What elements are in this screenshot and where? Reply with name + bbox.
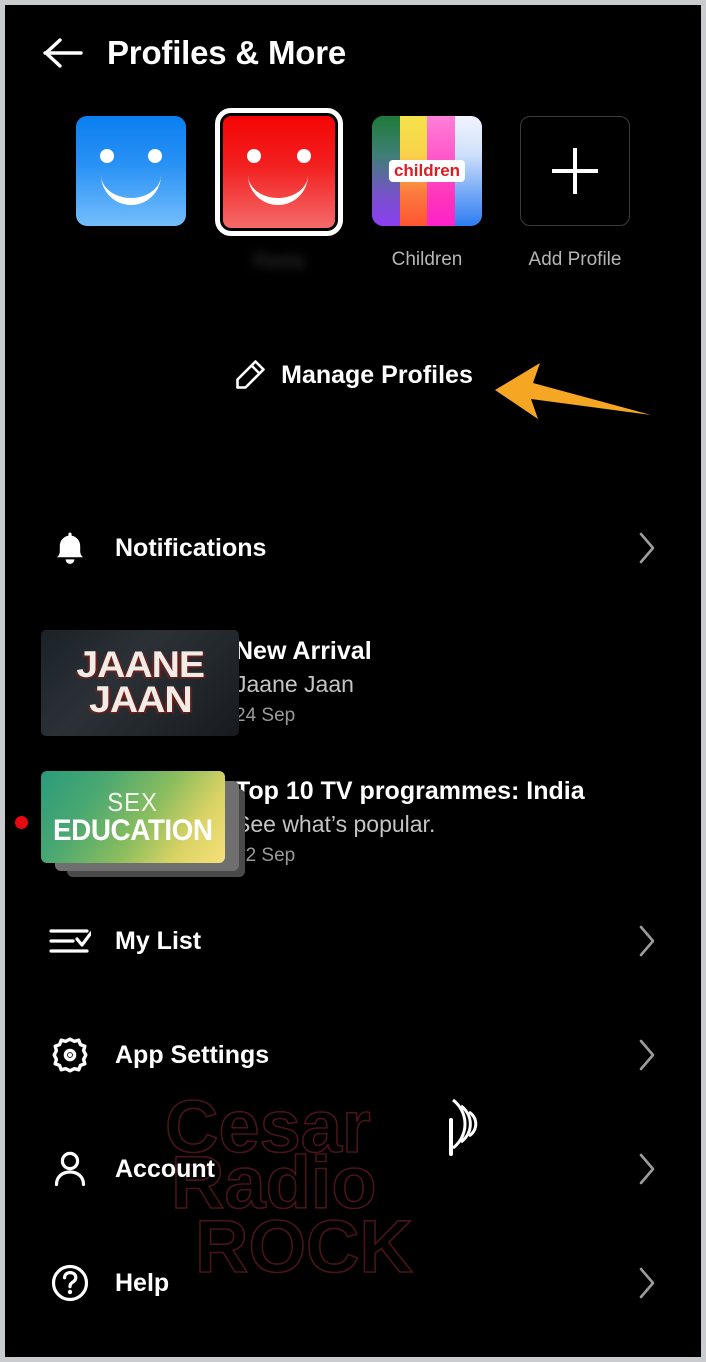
profile-item-selected[interactable]: Reeta — [215, 108, 343, 274]
avatar-wrap: children — [364, 108, 490, 234]
notification-text: New Arrival Jaane Jaan 24 Sep — [235, 636, 372, 729]
menu-item-my-list[interactable]: My List — [5, 913, 701, 969]
manage-profiles-button[interactable]: Manage Profiles — [5, 358, 701, 392]
notification-subtitle: Jaane Jaan — [235, 670, 354, 697]
account-chevron[interactable] — [637, 1152, 657, 1186]
chevron-right-icon — [639, 1267, 655, 1299]
app-settings-label: App Settings — [115, 1040, 270, 1069]
notification-date: 24 Sep — [235, 704, 296, 726]
checklist-icon-wrap — [47, 925, 93, 957]
thumbnail-sex-education: SEX EDUCATION — [41, 771, 225, 863]
notification-subtitle: See what’s popular. — [235, 810, 436, 837]
question-circle-icon — [51, 1264, 89, 1302]
bell-icon — [57, 532, 83, 564]
thumb-title-line1: JAANE — [76, 644, 205, 686]
menu-item-help[interactable]: Help — [5, 1255, 701, 1311]
pencil-edit-icon — [236, 360, 265, 389]
smile-icon — [248, 166, 308, 205]
notification-title: Top 10 TV programmes: India — [235, 776, 585, 805]
profiles-row: Reeta children Children Add Profile — [5, 108, 701, 274]
thumb-title-line2: EDUCATION — [53, 813, 213, 847]
eye-right-icon — [297, 149, 311, 163]
thumb-title-line1: SEX — [107, 786, 159, 817]
avatar-smiley-red — [223, 116, 335, 228]
manage-profiles-label: Manage Profiles — [281, 360, 473, 389]
gear-icon-wrap — [47, 1035, 93, 1075]
notification-item[interactable]: JAANE JAAN New Arrival Jaane Jaan 24 Sep — [5, 623, 701, 741]
notification-thumbnail-zone: JAANE JAAN — [5, 623, 239, 741]
my-list-label: My List — [115, 926, 202, 955]
avatar-wrap — [512, 108, 638, 234]
help-chevron[interactable] — [637, 1266, 657, 1300]
question-circle-icon-wrap — [47, 1263, 93, 1303]
eye-right-icon — [148, 149, 162, 163]
eye-left-icon — [100, 149, 114, 163]
chevron-right-icon — [639, 532, 655, 564]
unread-indicator-dot — [15, 816, 28, 829]
person-icon-wrap — [47, 1150, 93, 1188]
checklist-icon — [49, 929, 91, 953]
notification-text: Top 10 TV programmes: India See what’s p… — [235, 776, 585, 869]
profile-label: Children — [391, 249, 463, 270]
notification-thumbnail-zone: SEX EDUCATION — [5, 763, 245, 881]
chevron-right-icon — [639, 1153, 655, 1185]
avatar-wrap-selected — [215, 108, 343, 236]
chevron-right-icon — [639, 925, 655, 957]
plus-horizontal-bar — [552, 169, 598, 173]
my-list-chevron[interactable] — [637, 924, 657, 958]
children-badge: children — [388, 160, 466, 182]
bell-icon-wrap — [47, 530, 93, 566]
screenshot-frame: Profiles & More Reeta children Children … — [0, 0, 706, 1362]
avatar-children-stripes: children — [372, 116, 482, 226]
app-screen: Profiles & More Reeta children Children … — [5, 5, 701, 1357]
back-button[interactable] — [31, 21, 95, 85]
chevron-right-icon — [639, 1039, 655, 1071]
notifications-label: Notifications — [115, 533, 267, 562]
profile-item-children[interactable]: children Children — [364, 108, 490, 274]
menu-item-app-settings[interactable]: App Settings — [5, 1027, 701, 1083]
add-profile-label: Add Profile — [528, 249, 622, 270]
person-icon — [54, 1151, 86, 1187]
gear-icon — [52, 1037, 88, 1073]
notification-date: 22 Sep — [235, 844, 296, 866]
account-label: Account — [115, 1154, 215, 1183]
add-profile-item[interactable]: Add Profile — [512, 108, 638, 274]
page-title: Profiles & More — [107, 34, 347, 71]
notification-item[interactable]: SEX EDUCATION Top 10 TV programmes: Indi… — [5, 763, 701, 881]
menu-item-notifications[interactable]: Notifications — [5, 520, 701, 576]
app-settings-chevron[interactable] — [637, 1038, 657, 1072]
page-header: Profiles & More — [5, 21, 701, 85]
profile-item-blue[interactable] — [68, 108, 194, 274]
notifications-chevron[interactable] — [637, 531, 657, 565]
notification-title: New Arrival — [235, 636, 372, 665]
arrow-left-icon — [43, 38, 83, 68]
thumbnail-jaane-jaan: JAANE JAAN — [41, 630, 239, 736]
thumb-title-line2: JAAN — [88, 679, 193, 720]
avatar-smiley-blue — [76, 116, 186, 226]
smile-icon — [101, 166, 161, 205]
avatar-wrap — [68, 108, 194, 234]
profile-label-redacted: Reeta — [253, 251, 305, 272]
add-plus-icon[interactable] — [520, 116, 630, 226]
help-label: Help — [115, 1268, 170, 1297]
eye-left-icon — [247, 149, 261, 163]
menu-item-account[interactable]: Account — [5, 1141, 701, 1197]
